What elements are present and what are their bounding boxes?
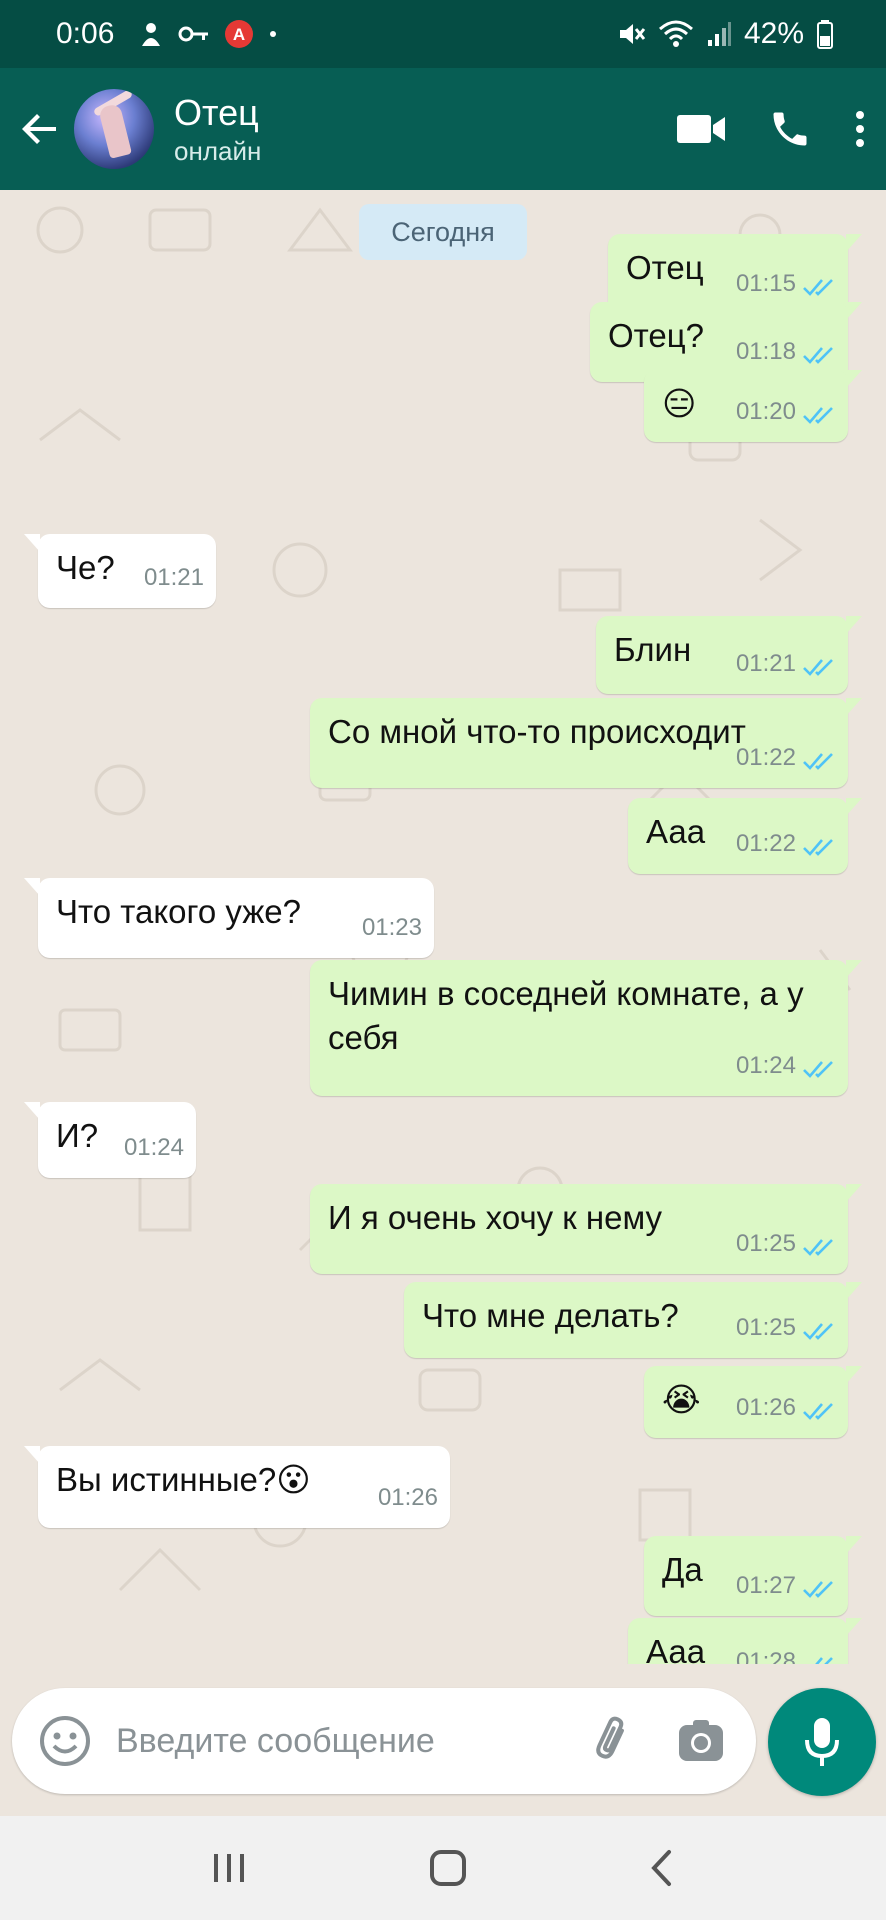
double-check-icon: [802, 1320, 838, 1342]
incoming-message[interactable]: Че? 01:21: [24, 534, 216, 608]
incoming-message[interactable]: Вы истинные?😮 01:26: [24, 1446, 450, 1528]
svg-text:A: A: [233, 25, 245, 44]
message-time: 01:28: [735, 1648, 796, 1664]
avatar[interactable]: [74, 89, 154, 169]
recent-apps-icon[interactable]: [211, 1852, 247, 1884]
outgoing-message[interactable]: Ааа 01:28: [628, 1618, 862, 1664]
message-text: И я очень хочу к нему: [328, 1199, 663, 1236]
message-time: 01:23: [361, 914, 422, 941]
message-text: 😭: [662, 1381, 701, 1418]
video-call-icon[interactable]: [676, 113, 726, 145]
double-check-icon: [802, 750, 838, 772]
message-text: Вы истинные?😮: [56, 1461, 311, 1498]
message-time: 01:22: [735, 744, 796, 771]
outgoing-message[interactable]: Чимин в соседней комнате, а у себя 01:24: [310, 960, 862, 1096]
message-text: Отец: [626, 249, 704, 286]
double-check-icon: [802, 344, 838, 366]
camera-icon[interactable]: [674, 1714, 728, 1768]
chat-messages[interactable]: Сегодня Отец 01:15 Отец? 01:18 😑 01:20 Че? 01:2…: [0, 190, 886, 1664]
double-check-icon: [802, 1236, 838, 1258]
message-text: Чимин в соседней комнате, а у себя: [328, 975, 804, 1056]
message-text: Че?: [56, 549, 115, 586]
message-time: 01:20: [735, 398, 796, 425]
double-check-icon: [802, 1058, 838, 1080]
message-text: Ааа: [646, 813, 706, 850]
more-vert-icon[interactable]: [854, 109, 866, 149]
message-text: Что такого уже?: [56, 893, 302, 930]
outgoing-message[interactable]: И я очень хочу к нему 01:25: [310, 1184, 862, 1274]
contact-status: онлайн: [174, 136, 262, 166]
message-time: 01:22: [735, 830, 796, 857]
app-badge-icon: A: [224, 19, 254, 49]
double-check-icon: [802, 1400, 838, 1422]
arrow-left-icon[interactable]: [8, 97, 72, 161]
message-time: 01:24: [735, 1052, 796, 1079]
outgoing-message[interactable]: Ааа 01:22: [628, 798, 862, 874]
back-nav-icon[interactable]: [649, 1849, 675, 1887]
message-time: 01:24: [123, 1134, 184, 1161]
message-text: Отец?: [608, 317, 705, 354]
message-time: 01:25: [735, 1314, 796, 1341]
outgoing-message[interactable]: Блин 01:21: [596, 616, 862, 694]
contact-name: Отец: [174, 92, 259, 133]
status-bar: 0:06 A 42%: [0, 0, 886, 68]
status-time: 0:06: [56, 17, 115, 50]
battery-percent: 42%: [743, 17, 804, 50]
message-text: Блин: [614, 631, 692, 668]
double-check-icon: [802, 1654, 838, 1664]
outgoing-message[interactable]: 😑 01:20: [644, 370, 862, 442]
message-time: 01:26: [377, 1484, 438, 1511]
outgoing-message[interactable]: 😭 01:26: [644, 1366, 862, 1438]
key-icon: [178, 24, 210, 44]
chat-header: Отец онлайн: [0, 68, 886, 190]
message-time: 01:21: [143, 564, 204, 591]
outgoing-message[interactable]: Что мне делать? 01:25: [404, 1282, 862, 1358]
outgoing-message[interactable]: Да 01:27: [644, 1536, 862, 1616]
incoming-message[interactable]: Что такого уже? 01:23: [24, 878, 434, 958]
double-check-icon: [802, 656, 838, 678]
message-time: 01:15: [735, 270, 796, 297]
home-icon[interactable]: [429, 1849, 467, 1887]
message-time: 01:18: [735, 338, 796, 365]
dot-icon: [268, 29, 278, 39]
paperclip-icon[interactable]: [586, 1713, 642, 1769]
message-text: 😑: [662, 385, 697, 422]
incoming-message[interactable]: И? 01:24: [24, 1102, 196, 1178]
system-nav-bar: [0, 1816, 886, 1920]
message-composer[interactable]: Введите сообщение: [12, 1688, 756, 1794]
message-text: Что мне делать?: [422, 1297, 679, 1334]
contact-info[interactable]: Отец онлайн: [174, 91, 261, 167]
message-time: 01:25: [735, 1230, 796, 1257]
message-text: Ааа: [646, 1633, 706, 1664]
outgoing-message[interactable]: Со мной что-то происходит 01:22: [310, 698, 862, 788]
message-time: 01:26: [735, 1394, 796, 1421]
mic-button[interactable]: [768, 1688, 876, 1796]
emoji-icon[interactable]: [38, 1714, 92, 1768]
double-check-icon: [802, 836, 838, 858]
mute-icon: [616, 19, 646, 49]
message-input[interactable]: Введите сообщение: [116, 1722, 586, 1761]
message-time: 01:27: [735, 1572, 796, 1599]
double-check-icon: [802, 276, 838, 298]
mic-icon: [804, 1716, 840, 1768]
phone-icon[interactable]: [768, 107, 812, 151]
battery-icon: [816, 19, 834, 49]
double-check-icon: [802, 1578, 838, 1600]
wifi-icon: [658, 19, 694, 49]
notification-icon: [138, 20, 164, 48]
message-text: И?: [56, 1117, 99, 1154]
signal-icon: [706, 20, 732, 48]
message-text: Да: [662, 1551, 703, 1588]
date-separator: Сегодня: [359, 204, 527, 260]
message-text: Со мной что-то происходит: [328, 713, 746, 750]
message-time: 01:21: [735, 650, 796, 677]
double-check-icon: [802, 404, 838, 426]
